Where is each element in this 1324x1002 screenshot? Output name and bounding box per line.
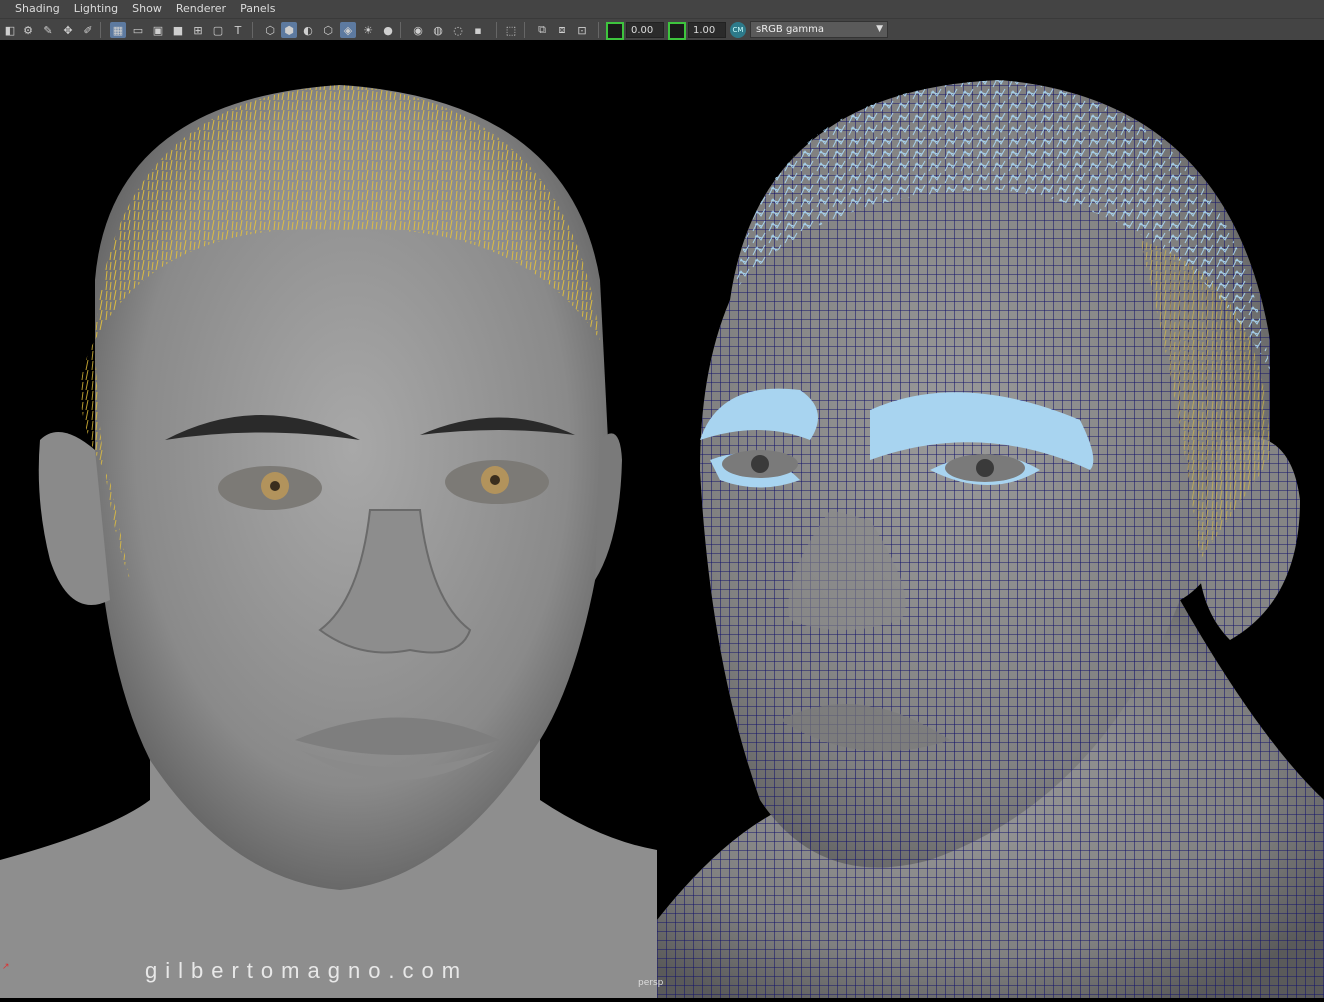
motion-blur-icon[interactable]: ◍ xyxy=(430,22,446,38)
exposure-icon[interactable] xyxy=(606,22,624,40)
textured-icon[interactable]: ◈ xyxy=(340,22,356,38)
wireframe-on-shaded-icon[interactable]: ⬡ xyxy=(320,22,336,38)
axis-indicator-icon: ↗ xyxy=(2,962,10,972)
wireframe-icon[interactable]: ⬡ xyxy=(262,22,278,38)
safe-title-icon[interactable]: T xyxy=(230,22,246,38)
watermark-text: gilbertomagno.com xyxy=(145,958,469,983)
gate-mask-icon[interactable]: ■ xyxy=(170,22,186,38)
xray-icon[interactable]: ⧉ xyxy=(534,22,550,38)
right-wireframe-head xyxy=(657,80,1324,998)
viewport-panel[interactable] xyxy=(0,40,1324,998)
color-space-dropdown[interactable]: sRGB gamma ▼ xyxy=(750,21,888,38)
shadows-icon[interactable]: ● xyxy=(380,22,396,38)
left-shaded-head xyxy=(0,85,657,998)
depth-of-field-icon[interactable]: ▪ xyxy=(470,22,486,38)
menu-show[interactable]: Show xyxy=(125,0,169,18)
image-plane-icon[interactable]: ✥ xyxy=(60,22,76,38)
resolution-gate-icon[interactable]: ▣ xyxy=(150,22,166,38)
2d-pan-zoom-icon[interactable]: ✐ xyxy=(80,22,96,38)
menu-bar: Shading Lighting Show Renderer Panels xyxy=(0,0,1324,18)
camera-attributes-icon[interactable]: ⚙ xyxy=(20,22,36,38)
safe-action-icon[interactable]: ▢ xyxy=(210,22,226,38)
grid-icon[interactable]: ▦ xyxy=(110,22,126,38)
default-material-icon[interactable]: ◐ xyxy=(300,22,316,38)
color-management-icon[interactable]: CM xyxy=(730,22,746,38)
color-space-value: sRGB gamma xyxy=(756,24,825,35)
viewport-render xyxy=(0,80,1324,998)
gamma-field[interactable]: 1.00 xyxy=(688,22,726,38)
menu-panels[interactable]: Panels xyxy=(233,0,282,18)
anti-aliasing-icon[interactable]: ◌ xyxy=(450,22,466,38)
camera-label: persp xyxy=(638,978,664,988)
screen-space-ao-icon[interactable]: ◉ xyxy=(410,22,426,38)
chevron-down-icon: ▼ xyxy=(876,24,883,34)
select-camera-icon[interactable]: ◧ xyxy=(2,22,18,38)
menu-shading[interactable]: Shading xyxy=(0,0,67,18)
lights-icon[interactable]: ☀ xyxy=(360,22,376,38)
panel-toolbar: ◧ ⚙ ✎ ✥ ✐ ▦ ▭ ▣ ■ ⊞ ▢ T ⬡ ⬢ ◐ ⬡ ◈ ☀ ● ◉ … xyxy=(0,18,1324,40)
menu-renderer[interactable]: Renderer xyxy=(169,0,233,18)
gamma-icon[interactable] xyxy=(668,22,686,40)
isolate-select-icon[interactable]: ⬚ xyxy=(503,22,519,38)
xray-components-icon[interactable]: ⊡ xyxy=(574,22,590,38)
film-gate-icon[interactable]: ▭ xyxy=(130,22,146,38)
xray-joints-icon[interactable]: ⧈ xyxy=(554,22,570,38)
menu-lighting[interactable]: Lighting xyxy=(67,0,125,18)
exposure-field[interactable]: 0.00 xyxy=(626,22,664,38)
smooth-shade-icon[interactable]: ⬢ xyxy=(281,22,297,38)
bookmark-icon[interactable]: ✎ xyxy=(40,22,56,38)
field-chart-icon[interactable]: ⊞ xyxy=(190,22,206,38)
